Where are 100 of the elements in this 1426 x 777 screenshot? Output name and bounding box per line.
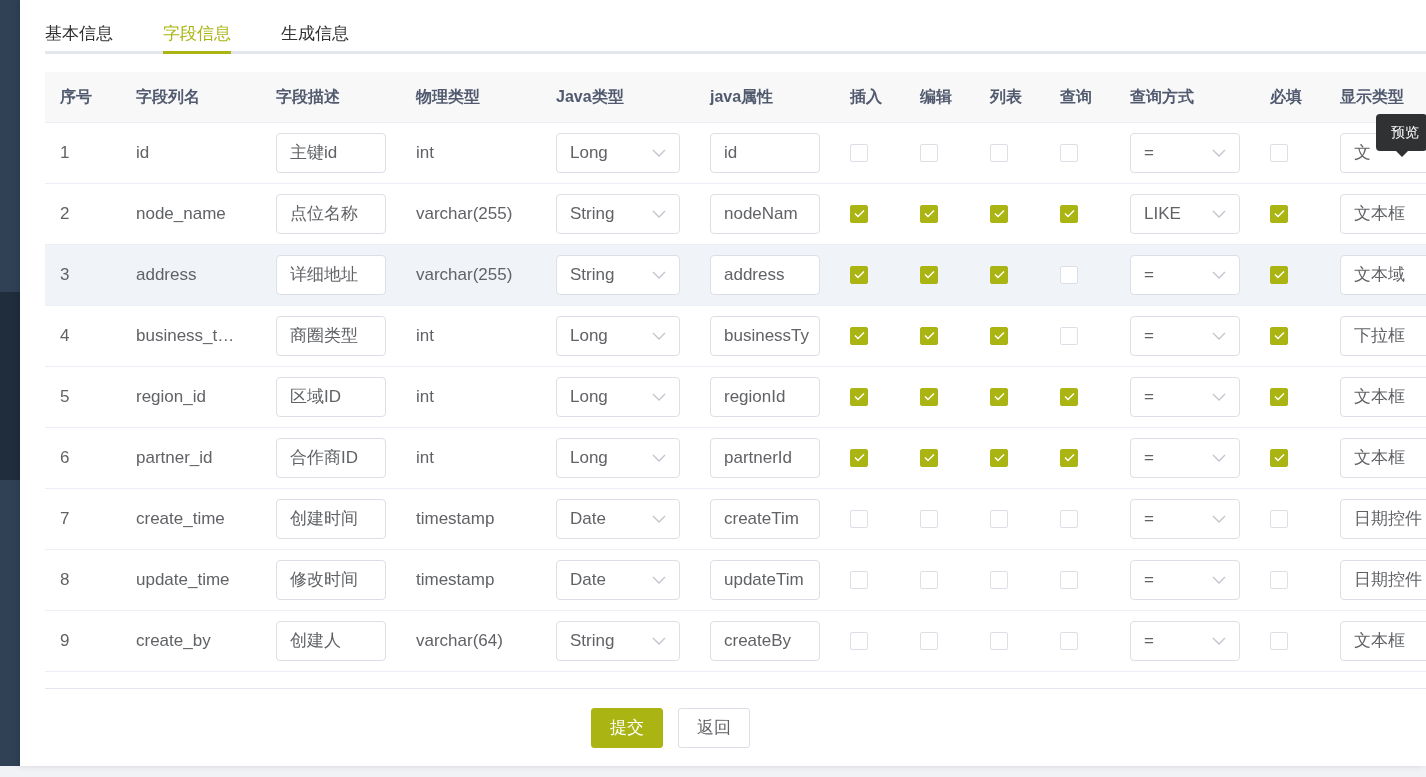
dropdown[interactable]: =: [1130, 315, 1240, 356]
checkbox[interactable]: [990, 265, 1008, 284]
dropdown[interactable]: 日期控件: [1340, 498, 1426, 539]
dropdown[interactable]: 文本框: [1340, 193, 1426, 234]
dropdown[interactable]: Date: [556, 559, 680, 600]
table-cell: timestamp: [416, 509, 495, 529]
table-row[interactable]: 3 address 详细地址 varchar(255) String address = 文本域: [45, 244, 1426, 305]
tab[interactable]: 生成信息: [281, 0, 349, 54]
check-icon: [993, 209, 1005, 219]
dropdown[interactable]: 文本框: [1340, 376, 1426, 417]
table-cell: id: [136, 143, 150, 163]
column-header: 列表: [990, 87, 1022, 105]
table-row[interactable]: 8 update_time 修改时间 timestamp Date updateTim = 日期控件: [45, 549, 1426, 610]
check-icon: [993, 392, 1005, 402]
checkbox[interactable]: [1270, 204, 1288, 223]
chevron-down-icon: [1212, 148, 1226, 157]
dropdown[interactable]: Long: [556, 376, 680, 417]
input-field[interactable]: createBy: [710, 620, 820, 661]
input-field[interactable]: updateTim: [710, 559, 820, 600]
column-header: Java类型: [556, 87, 624, 105]
dropdown[interactable]: Date: [556, 498, 680, 539]
checkbox[interactable]: [1270, 326, 1288, 345]
checkbox[interactable]: [920, 265, 938, 284]
checkbox[interactable]: [1270, 265, 1288, 284]
tab[interactable]: 基本信息: [45, 0, 113, 54]
input-field[interactable]: partnerId: [710, 437, 820, 478]
column-header: 编辑: [920, 87, 952, 105]
input-field[interactable]: 主键id: [276, 132, 386, 173]
input-field[interactable]: 商圈类型: [276, 315, 386, 356]
checkbox[interactable]: [1060, 387, 1078, 406]
checkbox[interactable]: [1060, 448, 1078, 467]
checkbox[interactable]: [920, 448, 938, 467]
dropdown[interactable]: String: [556, 620, 680, 661]
checkbox[interactable]: [850, 448, 868, 467]
tooltip-arrow-icon: [1395, 151, 1408, 158]
dropdown[interactable]: Long: [556, 132, 680, 173]
checkbox[interactable]: [920, 326, 938, 345]
input-field[interactable]: createTim: [710, 498, 820, 539]
checkbox[interactable]: [1060, 204, 1078, 223]
input-field[interactable]: 详细地址: [276, 254, 386, 295]
checkbox[interactable]: [990, 204, 1008, 223]
dropdown[interactable]: =: [1130, 376, 1240, 417]
input-field[interactable]: 区域ID: [276, 376, 386, 417]
back-button[interactable]: 返回: [678, 707, 750, 748]
dropdown[interactable]: 文本框: [1340, 620, 1426, 661]
dropdown[interactable]: Long: [556, 315, 680, 356]
check-icon: [853, 392, 865, 402]
dropdown[interactable]: =: [1130, 132, 1240, 173]
checkbox[interactable]: [920, 387, 938, 406]
dropdown[interactable]: String: [556, 254, 680, 295]
column-header: java属性: [710, 87, 774, 105]
table-row[interactable]: 6 partner_id 合作商ID int Long partnerId = 文本框: [45, 427, 1426, 488]
input-field[interactable]: nodeNam: [710, 193, 820, 234]
checkbox[interactable]: [990, 326, 1008, 345]
chevron-down-icon: [1212, 392, 1226, 401]
table-row[interactable]: 2 node_name 点位名称 varchar(255) String nodeNam LIKE 文本框: [45, 183, 1426, 244]
checkbox[interactable]: [990, 387, 1008, 406]
table-row[interactable]: 4 business_t… 商圈类型 int Long businessTy = 下拉框: [45, 305, 1426, 366]
table-cell: partner_id: [136, 448, 213, 468]
check-icon: [853, 453, 865, 463]
dropdown[interactable]: Long: [556, 437, 680, 478]
checkbox[interactable]: [990, 448, 1008, 467]
check-icon: [923, 392, 935, 402]
dropdown[interactable]: 下拉框: [1340, 315, 1426, 356]
checkbox[interactable]: [850, 204, 868, 223]
table-row[interactable]: 5 region_id 区域ID int Long regionId = 文本框: [45, 366, 1426, 427]
input-field[interactable]: 创建时间: [276, 498, 386, 539]
input-field[interactable]: address: [710, 254, 820, 295]
dropdown[interactable]: =: [1130, 437, 1240, 478]
dropdown[interactable]: String: [556, 193, 680, 234]
input-field[interactable]: 合作商ID: [276, 437, 386, 478]
dropdown[interactable]: 文本域: [1340, 254, 1426, 295]
input-field[interactable]: regionId: [710, 376, 820, 417]
input-field[interactable]: 创建人: [276, 620, 386, 661]
chevron-down-icon: [652, 453, 666, 462]
table-cell: varchar(64): [416, 631, 503, 651]
check-icon: [1273, 209, 1285, 219]
dropdown[interactable]: =: [1130, 254, 1240, 295]
dropdown[interactable]: 日期控件: [1340, 559, 1426, 600]
table-row[interactable]: 7 create_time 创建时间 timestamp Date createTim = 日期控件: [45, 488, 1426, 549]
checkbox[interactable]: [850, 326, 868, 345]
input-field[interactable]: id: [710, 132, 820, 173]
input-field[interactable]: 点位名称: [276, 193, 386, 234]
checkbox[interactable]: [920, 204, 938, 223]
row-number: 5: [60, 387, 70, 407]
checkbox[interactable]: [1270, 448, 1288, 467]
input-field[interactable]: 修改时间: [276, 559, 386, 600]
dropdown[interactable]: =: [1130, 620, 1240, 661]
table-row[interactable]: 9 create_by 创建人 varchar(64) String createBy = 文本框: [45, 610, 1426, 671]
checkbox[interactable]: [850, 265, 868, 284]
check-icon: [923, 270, 935, 280]
row-number: 9: [60, 631, 70, 651]
dropdown[interactable]: LIKE: [1130, 193, 1240, 234]
dropdown[interactable]: =: [1130, 498, 1240, 539]
dropdown[interactable]: 文本框: [1340, 437, 1426, 478]
checkbox[interactable]: [1270, 387, 1288, 406]
table-cell: int: [416, 326, 434, 346]
input-field[interactable]: businessTy: [710, 315, 820, 356]
checkbox[interactable]: [850, 387, 868, 406]
dropdown[interactable]: =: [1130, 559, 1240, 600]
